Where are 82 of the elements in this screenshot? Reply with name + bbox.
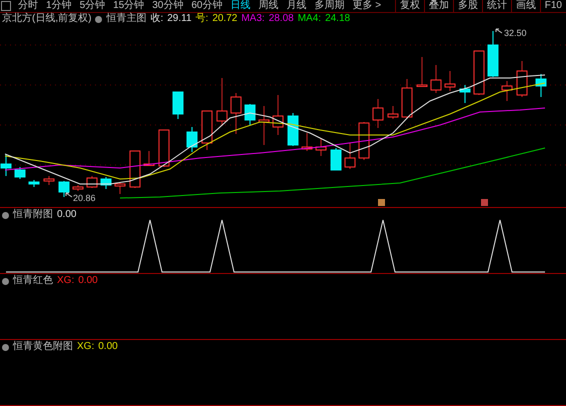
arrow-icon xyxy=(496,28,502,34)
reading-label: MA3: xyxy=(241,13,265,25)
period-tab[interactable]: 1分钟 xyxy=(42,0,76,12)
candlestick xyxy=(202,110,212,150)
period-tab[interactable]: 5分钟 xyxy=(76,0,110,12)
indicator-name: 恒青主图 xyxy=(106,13,146,25)
candlestick xyxy=(516,60,528,98)
candlestick xyxy=(344,142,356,170)
indicator-value: 0.00 xyxy=(78,275,98,287)
candlestick xyxy=(402,78,412,120)
candlestick xyxy=(460,84,470,104)
candlestick xyxy=(502,80,512,102)
period-tab[interactable]: 30分钟 xyxy=(148,0,188,12)
indicator-dot-icon xyxy=(95,16,102,22)
arrow-icon xyxy=(66,192,72,198)
indicator-title: 恒青附图 xyxy=(13,209,53,221)
candlestick xyxy=(372,98,384,128)
period-tab[interactable]: 月线 xyxy=(282,0,310,12)
candlestick xyxy=(0,154,12,176)
candlestick xyxy=(536,74,546,98)
reading-value: 29.11 xyxy=(167,13,192,25)
candlestick xyxy=(474,50,484,96)
toolbar-button[interactable]: 叠加 xyxy=(424,0,453,12)
candlestick xyxy=(244,104,256,126)
indicator-value: 0.00 xyxy=(98,341,118,353)
candlestick xyxy=(302,132,312,152)
low-price-label: 20.86 xyxy=(73,193,96,203)
toolbar-button[interactable]: 画线 xyxy=(510,0,540,12)
indicator-dot-icon xyxy=(2,344,9,350)
candlestick xyxy=(430,64,442,94)
candlestick xyxy=(130,150,140,188)
reading-value: 28.08 xyxy=(268,13,294,25)
toolbar-button[interactable]: 复权 xyxy=(394,0,424,12)
indicator-value: 0.00 xyxy=(57,209,76,221)
candlestick xyxy=(44,176,54,186)
marker-icon xyxy=(481,199,488,206)
reading-label: MA4: xyxy=(298,13,322,25)
toolbar-button[interactable]: 多股 xyxy=(452,0,482,12)
period-tab[interactable]: 60分钟 xyxy=(187,0,226,12)
candlestick xyxy=(186,126,198,152)
candlestick xyxy=(258,106,270,146)
candlestick xyxy=(100,176,112,190)
candlestick xyxy=(330,148,342,170)
candlestick xyxy=(288,112,298,146)
period-tab[interactable]: 多周期 xyxy=(310,0,348,12)
indicator-dot-icon xyxy=(2,212,9,218)
period-tab[interactable]: 周线 xyxy=(254,0,282,12)
reading-label: 号: xyxy=(196,13,208,25)
candlestick xyxy=(316,138,326,156)
candlestick xyxy=(272,94,284,136)
candlestick xyxy=(216,78,228,126)
candlestick xyxy=(416,56,428,88)
candlestick xyxy=(388,106,398,120)
indicator-label: XG: xyxy=(77,341,94,353)
candlestick xyxy=(58,180,70,198)
indicator-label: XG: xyxy=(57,275,74,287)
candlestick xyxy=(14,166,26,180)
reading-label: 收: xyxy=(150,13,164,25)
period-tab[interactable]: 15分钟 xyxy=(109,0,148,12)
menu-icon[interactable] xyxy=(1,1,11,11)
candlestick xyxy=(444,70,456,92)
candlestick xyxy=(488,30,498,78)
indicator-title: 恒青黄色附图 xyxy=(13,341,73,353)
candlestick xyxy=(358,122,370,160)
indicator-title: 恒青红色 xyxy=(13,275,53,287)
candlestick xyxy=(72,184,84,192)
candlestick xyxy=(144,150,154,166)
period-tab[interactable]: 分时 xyxy=(14,0,42,12)
candlestick xyxy=(86,176,98,188)
reading-value: 20.72 xyxy=(212,13,238,25)
candlestick xyxy=(114,182,126,194)
high-price-label: 32.50 xyxy=(504,28,527,38)
marker-icon xyxy=(378,199,385,206)
period-tab[interactable]: 更多 > xyxy=(348,0,386,12)
candlestick xyxy=(158,130,170,168)
candlestick xyxy=(230,92,242,134)
reading-value: 24.18 xyxy=(325,13,350,25)
toolbar-button[interactable]: F10 xyxy=(540,0,566,12)
candlestick xyxy=(172,92,184,120)
indicator-dot-icon xyxy=(2,278,9,284)
stock-title: 京北方(日线,前复权) xyxy=(2,13,92,25)
period-tab[interactable]: 日线 xyxy=(226,0,254,12)
